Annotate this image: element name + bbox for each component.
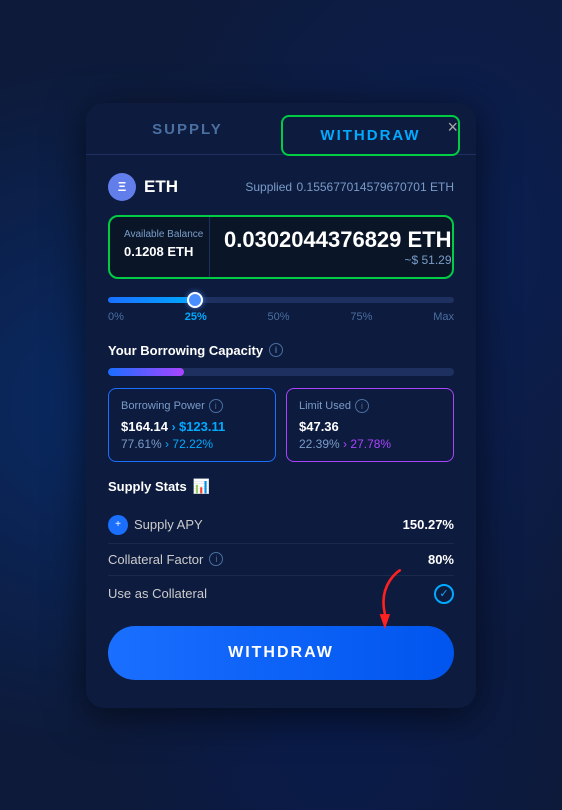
limit-pct-old: 22.39% xyxy=(299,437,340,451)
amount-usd: ~$ 51.29 xyxy=(224,253,452,267)
supplied-info: Supplied 0.155677014579670701 ETH xyxy=(245,178,454,196)
borrow-power-title: Borrowing Power i xyxy=(121,399,263,413)
asset-row: Ξ ETH Supplied 0.155677014579670701 ETH xyxy=(108,173,454,201)
capacity-bar xyxy=(108,368,454,376)
slider-thumb[interactable] xyxy=(187,292,203,308)
borrow-power-new: $123.11 xyxy=(179,419,225,434)
eth-icon: Ξ xyxy=(108,173,136,201)
collateral-factor-info-icon[interactable]: i xyxy=(209,552,223,566)
limit-used-value: $47.36 xyxy=(299,419,441,434)
asset-left: Ξ ETH xyxy=(108,173,178,201)
supplied-value: 0.155677014579670701 ETH xyxy=(297,180,454,194)
pct-75: 75% xyxy=(350,311,372,323)
limit-pct: 22.39% › 27.78% xyxy=(299,437,441,451)
limit-pct-new: 27.78% xyxy=(350,437,391,451)
avail-value: 0.1208 ETH xyxy=(124,244,195,259)
supplied-label: Supplied xyxy=(245,180,292,194)
slider-labels: 0% 25% 50% 75% Max xyxy=(108,311,454,323)
balance-box: Available Balance 0.1208 ETH 0.030204437… xyxy=(108,215,454,279)
chart-icon: 📊 xyxy=(193,478,210,495)
borrow-pct-new: 72.22% xyxy=(172,437,213,451)
avail-label: Available Balance xyxy=(124,229,195,240)
supply-apy-icon: + xyxy=(108,515,128,535)
slider-track-wrapper[interactable] xyxy=(108,297,454,303)
supply-stats-label: Supply Stats xyxy=(108,479,187,494)
available-balance-section: Available Balance 0.1208 ETH xyxy=(110,217,210,277)
limit-used-card: Limit Used i $47.36 22.39% › 27.78% xyxy=(286,388,454,462)
pct-25: 25% xyxy=(185,311,207,323)
tab-withdraw[interactable]: WITHDRAW xyxy=(281,115,460,156)
arrow-svg xyxy=(366,566,416,636)
modal-content: Ξ ETH Supplied 0.155677014579670701 ETH … xyxy=(86,155,476,612)
borrowing-info-icon[interactable]: i xyxy=(269,343,283,357)
borrowing-capacity-title: Your Borrowing Capacity i xyxy=(108,343,454,358)
slider-track xyxy=(108,297,454,303)
borrow-power-info-icon[interactable]: i xyxy=(209,399,223,413)
limit-used-info-icon[interactable]: i xyxy=(355,399,369,413)
borrow-pct-old: 77.61% xyxy=(121,437,162,451)
asset-symbol: ETH xyxy=(144,177,178,197)
amount-main: 0.0302044376829 ETH xyxy=(224,227,452,253)
borrowing-title-text: Your Borrowing Capacity xyxy=(108,343,263,358)
pct-0: 0% xyxy=(108,311,124,323)
collateral-factor-value: 80% xyxy=(428,552,454,567)
supply-stats-title: Supply Stats 📊 xyxy=(108,478,454,495)
arrow-indicator xyxy=(366,566,416,641)
borrow-power-pct: 77.61% › 72.22% xyxy=(121,437,263,451)
supply-apy-row: + Supply APY 150.27% xyxy=(108,507,454,544)
tab-withdraw-wrapper: WITHDRAW xyxy=(277,107,464,154)
withdraw-btn-wrapper: WITHDRAW xyxy=(86,626,476,680)
pct-max: Max xyxy=(433,311,454,323)
use-as-collateral-label: Use as Collateral xyxy=(108,586,207,601)
borrowing-capacity-section: Your Borrowing Capacity i Borrowing Powe… xyxy=(108,343,454,462)
amount-input-area[interactable]: 0.0302044376829 ETH ~$ 51.29 xyxy=(210,217,454,277)
limit-used-title: Limit Used i xyxy=(299,399,441,413)
limit-used-old: $47.36 xyxy=(299,419,339,434)
borrow-power-label: Borrowing Power xyxy=(121,400,205,412)
collateral-factor-label: Collateral Factor i xyxy=(108,552,223,567)
supply-apy-value: 150.27% xyxy=(403,517,454,532)
collateral-factor-text: Collateral Factor xyxy=(108,552,203,567)
close-button[interactable]: × xyxy=(447,117,458,138)
capacity-fill xyxy=(108,368,184,376)
modal: × SUPPLY WITHDRAW Ξ ETH Supplied 0.15567… xyxy=(86,103,476,708)
tab-supply[interactable]: SUPPLY xyxy=(98,103,277,154)
pct-50: 50% xyxy=(268,311,290,323)
collateral-check-icon: ✓ xyxy=(434,584,454,604)
supply-apy-label: + Supply APY xyxy=(108,515,203,535)
borrow-power-value: $164.14 › $123.11 xyxy=(121,419,263,434)
capacity-cards: Borrowing Power i $164.14 › $123.11 77.6… xyxy=(108,388,454,462)
slider-fill xyxy=(108,297,195,303)
tabs-container: SUPPLY WITHDRAW xyxy=(86,103,476,155)
borrow-power-arrow: › xyxy=(172,420,179,434)
use-as-collateral-text: Use as Collateral xyxy=(108,586,207,601)
slider-section: 0% 25% 50% 75% Max xyxy=(108,297,454,323)
limit-used-label: Limit Used xyxy=(299,400,351,412)
supply-apy-text: Supply APY xyxy=(134,517,203,532)
borrow-power-old: $164.14 xyxy=(121,419,168,434)
borrowing-power-card: Borrowing Power i $164.14 › $123.11 77.6… xyxy=(108,388,276,462)
